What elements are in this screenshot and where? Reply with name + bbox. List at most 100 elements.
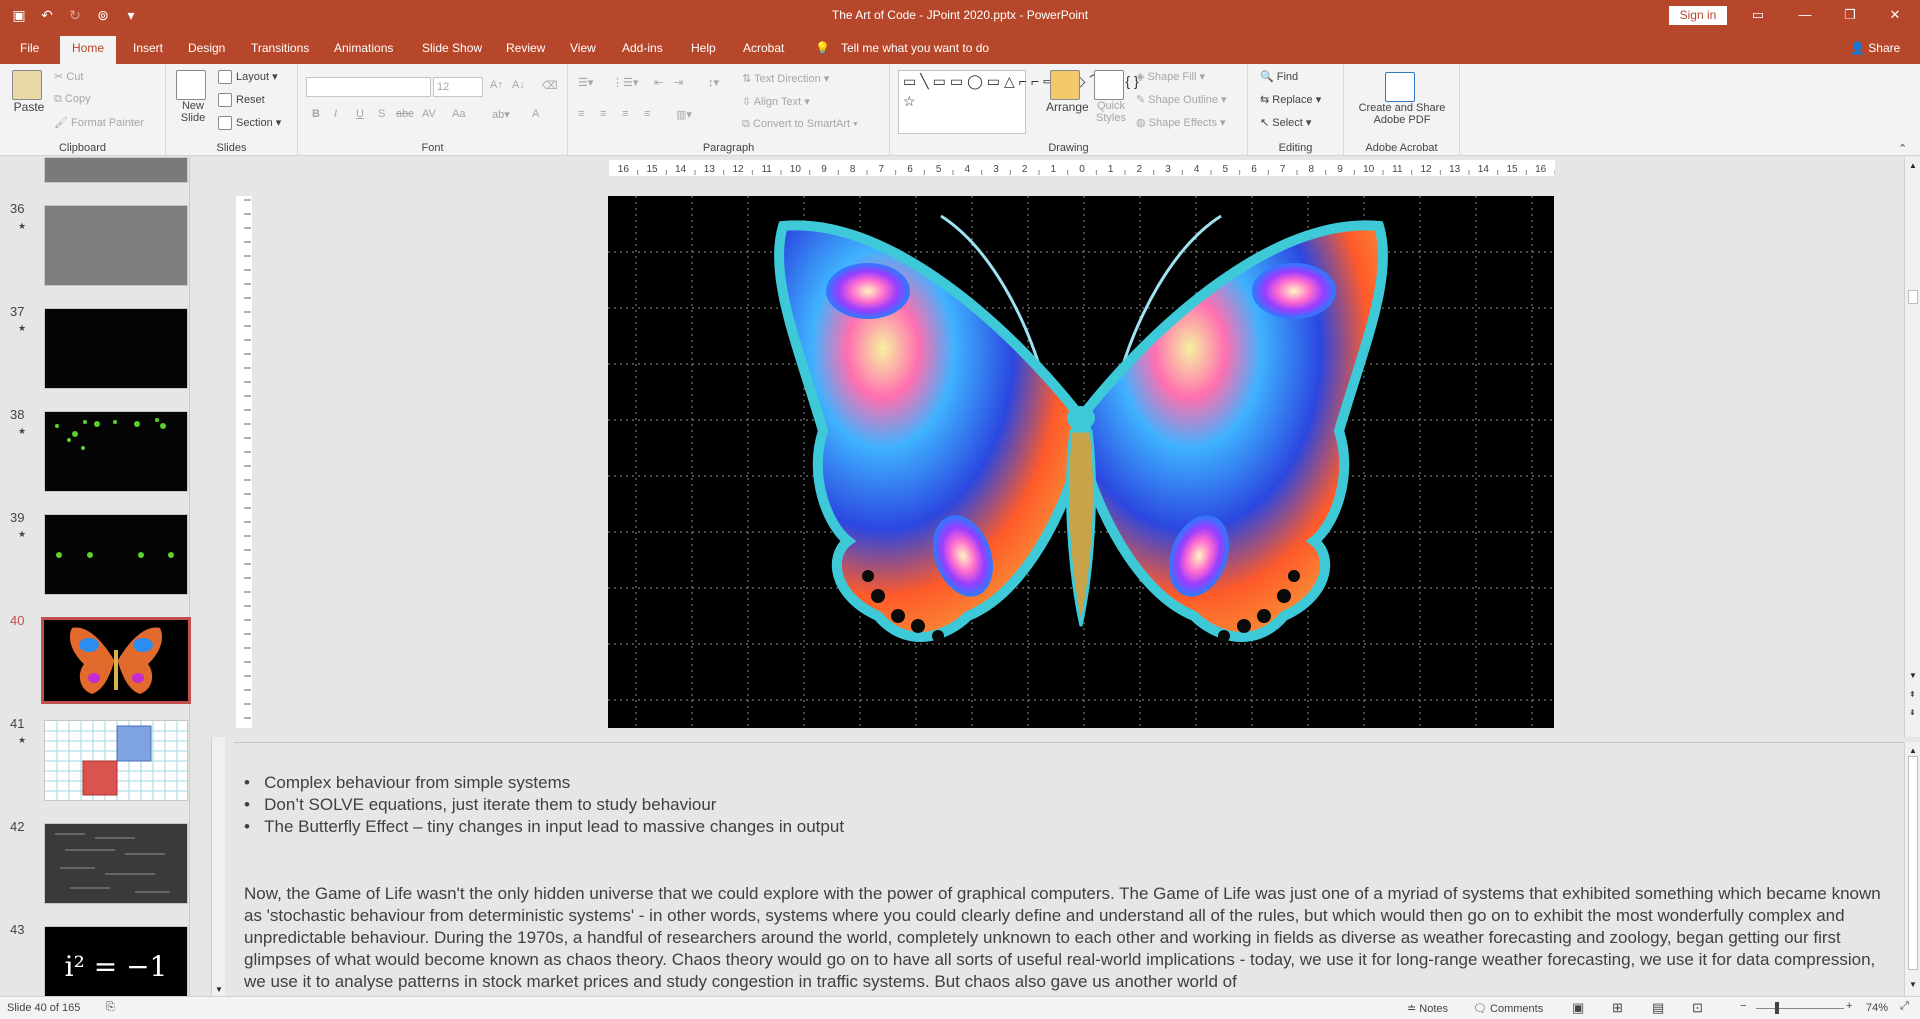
close-icon[interactable]: ✕ <box>1880 6 1910 24</box>
slide-thumbnail-39[interactable] <box>44 514 188 595</box>
slide-canvas[interactable] <box>608 196 1554 728</box>
font-color-button[interactable]: A <box>532 108 539 120</box>
section-button[interactable]: Section ▾ <box>218 116 281 131</box>
shadow-text-button[interactable]: S <box>378 108 385 120</box>
zoom-in-icon[interactable]: + <box>1846 1000 1852 1012</box>
zoom-slider-thumb[interactable] <box>1775 1002 1779 1014</box>
slide-thumbnail-40-selected[interactable] <box>41 617 191 704</box>
sign-in-button[interactable]: Sign in <box>1669 6 1727 25</box>
fit-to-window-icon[interactable]: ⤢ <box>1900 1000 1909 1013</box>
paste-button[interactable]: Paste <box>12 70 46 114</box>
quick-styles-button[interactable]: Quick Styles <box>1094 70 1128 124</box>
character-spacing-button[interactable]: AV <box>422 108 436 120</box>
zoom-out-icon[interactable]: − <box>1740 1000 1746 1012</box>
columns-icon[interactable]: ▥▾ <box>676 108 692 121</box>
increase-indent-icon[interactable]: ⇥ <box>674 76 683 89</box>
slide-thumbnail-36[interactable] <box>44 205 188 286</box>
tab-view[interactable]: View <box>570 41 596 55</box>
cut-button[interactable]: ✂ Cut <box>54 70 83 83</box>
ribbon-display-options-icon[interactable]: ▭ <box>1743 6 1773 24</box>
slide-show-icon[interactable]: ⊡ <box>1692 1000 1703 1016</box>
bullets-icon[interactable]: ☰▾ <box>578 76 593 89</box>
justify-icon[interactable]: ≡ <box>644 108 650 120</box>
slide-thumbnail-41[interactable] <box>44 720 188 801</box>
scroll-down-icon[interactable]: ▼ <box>1909 980 1917 989</box>
tab-file[interactable]: File <box>20 41 39 55</box>
decrease-indent-icon[interactable]: ⇤ <box>654 76 663 89</box>
butterfly-image[interactable] <box>608 196 1554 728</box>
shape-effects-button[interactable]: ◍ Shape Effects ▾ <box>1136 116 1226 129</box>
minimize-icon[interactable]: — <box>1790 6 1820 24</box>
shapes-gallery[interactable]: ▭╲▭▭◯▭△⌐⌐⇨⇩◇⌒⌒{}☆ <box>898 70 1139 134</box>
italic-button[interactable]: I <box>334 108 337 120</box>
scroll-down-icon[interactable]: ▼ <box>215 985 223 994</box>
tab-review[interactable]: Review <box>506 41 545 55</box>
zoom-slider[interactable] <box>1756 1008 1844 1009</box>
tab-transitions[interactable]: Transitions <box>251 41 309 55</box>
speaker-notes-pane[interactable]: • Complex behaviour from simple systems … <box>234 742 1904 996</box>
scroll-up-icon[interactable]: ▲ <box>1909 161 1917 170</box>
slide-thumbnail-43[interactable]: i² = −1 <box>44 926 188 1007</box>
tab-add-ins[interactable]: Add-ins <box>622 41 663 55</box>
slide-scrollbar[interactable]: ▲ ▼ ⇞ ⇟ <box>1904 157 1920 737</box>
scrollbar-thumb[interactable] <box>1908 756 1918 970</box>
align-text-button[interactable]: ⇳ Align Text ▾ <box>742 95 810 108</box>
share-button[interactable]: 👤 Share <box>1850 41 1900 55</box>
tab-slide-show[interactable]: Slide Show <box>422 41 482 55</box>
slide-sorter-icon[interactable]: ⊞ <box>1612 1000 1623 1016</box>
arrange-button[interactable]: Arrange <box>1046 70 1089 114</box>
copy-button[interactable]: ⧉ Copy <box>54 93 91 106</box>
normal-view-icon[interactable]: ▣ <box>1572 1000 1584 1016</box>
notes-scrollbar[interactable]: ▲ ▼ <box>1904 742 1920 996</box>
strikethrough-button[interactable]: abc <box>396 108 414 120</box>
change-case-button[interactable]: Aa <box>452 108 465 120</box>
slide-thumbnail-37[interactable] <box>44 308 188 389</box>
new-slide-button[interactable]: New Slide <box>176 70 210 124</box>
scroll-down-icon[interactable]: ▼ <box>1909 671 1917 680</box>
font-size-select[interactable]: 12 <box>433 77 483 97</box>
comments-button[interactable]: 🗨 Comments <box>1473 1002 1543 1015</box>
line-spacing-icon[interactable]: ↕▾ <box>708 76 719 89</box>
reset-button[interactable]: Reset <box>218 93 265 107</box>
tell-me-search[interactable]: Tell me what you want to do <box>841 41 989 55</box>
decrease-font-icon[interactable]: A↓ <box>512 79 525 91</box>
scrollbar-thumb[interactable] <box>1908 290 1918 304</box>
align-center-icon[interactable]: ≡ <box>600 108 606 120</box>
replace-button[interactable]: ⇆ Replace ▾ <box>1260 93 1321 106</box>
slide-thumbnail-38[interactable] <box>44 411 188 492</box>
select-button[interactable]: ↖ Select ▾ <box>1260 116 1311 129</box>
tab-design[interactable]: Design <box>188 41 225 55</box>
scroll-up-icon[interactable]: ▲ <box>1909 746 1917 755</box>
collapse-ribbon-icon[interactable]: ⌃ <box>1898 142 1907 155</box>
highlight-icon[interactable]: ab▾ <box>492 108 510 121</box>
bold-button[interactable]: B <box>312 108 320 120</box>
zoom-level[interactable]: 74% <box>1866 1002 1888 1014</box>
previous-slide-icon[interactable]: ⇞ <box>1909 690 1916 699</box>
align-right-icon[interactable]: ≡ <box>622 108 628 120</box>
find-button[interactable]: 🔍 Find <box>1260 70 1298 83</box>
slide-thumbnail-35[interactable] <box>44 157 188 183</box>
tab-help[interactable]: Help <box>691 41 716 55</box>
next-slide-icon[interactable]: ⇟ <box>1909 708 1916 717</box>
shape-fill-button[interactable]: ◈ Shape Fill ▾ <box>1136 70 1205 83</box>
layout-button[interactable]: Layout ▾ <box>218 70 278 85</box>
tab-animations[interactable]: Animations <box>334 41 393 55</box>
font-name-select[interactable] <box>306 77 431 97</box>
align-left-icon[interactable]: ≡ <box>578 108 584 120</box>
numbering-icon[interactable]: ⋮☰▾ <box>612 76 638 89</box>
shape-outline-button[interactable]: ✎ Shape Outline ▾ <box>1136 93 1227 106</box>
underline-button[interactable]: U <box>356 108 364 120</box>
tab-acrobat[interactable]: Acrobat <box>743 41 784 55</box>
spell-check-icon[interactable]: ⎘ <box>106 1001 115 1014</box>
reading-view-icon[interactable]: ▤ <box>1652 1000 1664 1016</box>
notes-button[interactable]: ≐ Notes <box>1407 1002 1448 1015</box>
convert-smartart-button[interactable]: ⧉ Convert to SmartArt ▾ <box>742 118 858 131</box>
create-share-pdf-button[interactable]: Create and Share Adobe PDF <box>1354 72 1450 126</box>
tab-insert[interactable]: Insert <box>133 41 163 55</box>
increase-font-icon[interactable]: A↑ <box>490 79 503 91</box>
format-painter-button[interactable]: 🖌 Format Painter <box>54 116 144 129</box>
maximize-icon[interactable]: ❐ <box>1835 6 1865 24</box>
slide-thumbnail-42[interactable] <box>44 823 188 904</box>
slide-thumbnail-pane[interactable]: 36 ★ 37 ★ 38 ★ 39 ★ 40 41 ★ 42 43 i² = −… <box>0 157 225 1007</box>
tab-home[interactable]: Home <box>60 36 117 64</box>
